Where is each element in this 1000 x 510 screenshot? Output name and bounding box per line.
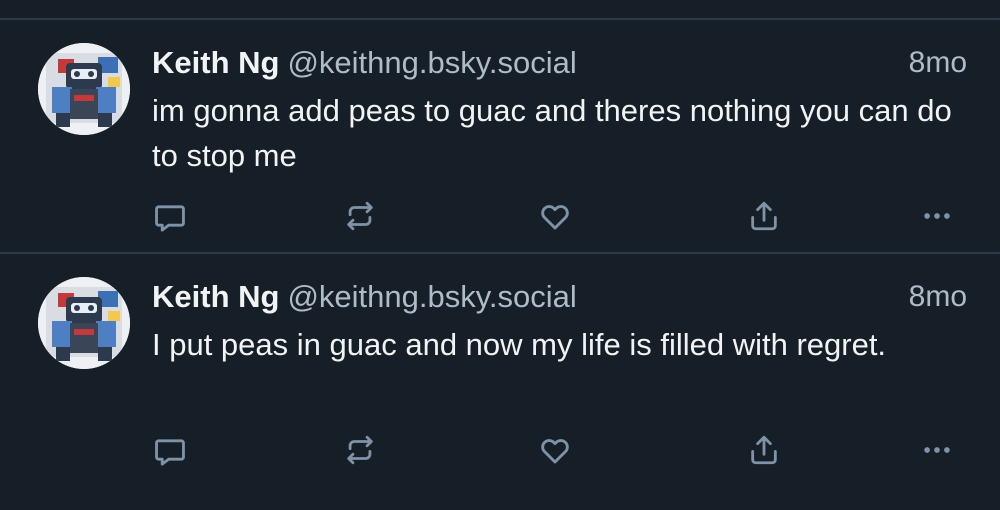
post-text: im gonna add peas to guac and theres not…	[152, 93, 952, 173]
like-button[interactable]	[535, 430, 575, 470]
share-button[interactable]	[744, 430, 784, 470]
avatar[interactable]	[38, 277, 130, 369]
reply-icon	[155, 205, 185, 232]
author-display-name[interactable]: Keith Ng	[152, 279, 279, 314]
post-actions	[0, 196, 1000, 236]
robot-mech-avatar-image	[38, 43, 130, 135]
repost-button[interactable]	[340, 430, 380, 470]
share-button[interactable]	[744, 196, 784, 236]
repost-icon	[347, 435, 373, 465]
post-header: Keith Ng @keithng.bsky.social	[152, 276, 577, 318]
author-handle[interactable]: @keithng.bsky.social	[287, 45, 576, 80]
post-text: I put peas in guac and now my life is fi…	[152, 327, 887, 362]
repost-button[interactable]	[340, 196, 380, 236]
like-icon	[541, 205, 569, 230]
more-options-button[interactable]	[917, 196, 957, 236]
post-timestamp[interactable]: 8mo	[909, 42, 967, 84]
like-icon	[541, 439, 569, 464]
more-icon	[924, 447, 950, 453]
post[interactable]: Keith Ng @keithng.bsky.social 8mo I put p…	[0, 254, 1000, 486]
author-handle[interactable]: @keithng.bsky.social	[287, 279, 576, 314]
post[interactable]: Keith Ng @keithng.bsky.social 8mo im gonn…	[0, 20, 1000, 252]
repost-icon	[347, 201, 373, 231]
robot-mech-avatar-image	[38, 277, 130, 369]
author-display-name[interactable]: Keith Ng	[152, 45, 279, 80]
reply-button[interactable]	[150, 196, 190, 236]
share-icon	[751, 435, 777, 465]
post-actions	[0, 430, 1000, 470]
post-header: Keith Ng @keithng.bsky.social	[152, 42, 577, 84]
reply-button[interactable]	[150, 430, 190, 470]
share-icon	[751, 201, 777, 231]
avatar[interactable]	[38, 43, 130, 135]
more-options-button[interactable]	[917, 430, 957, 470]
more-icon	[924, 213, 950, 219]
post-timestamp[interactable]: 8mo	[909, 276, 967, 318]
reply-icon	[155, 439, 185, 466]
feed: Keith Ng @keithng.bsky.social 8mo im gonn…	[0, 0, 1000, 510]
like-button[interactable]	[535, 196, 575, 236]
